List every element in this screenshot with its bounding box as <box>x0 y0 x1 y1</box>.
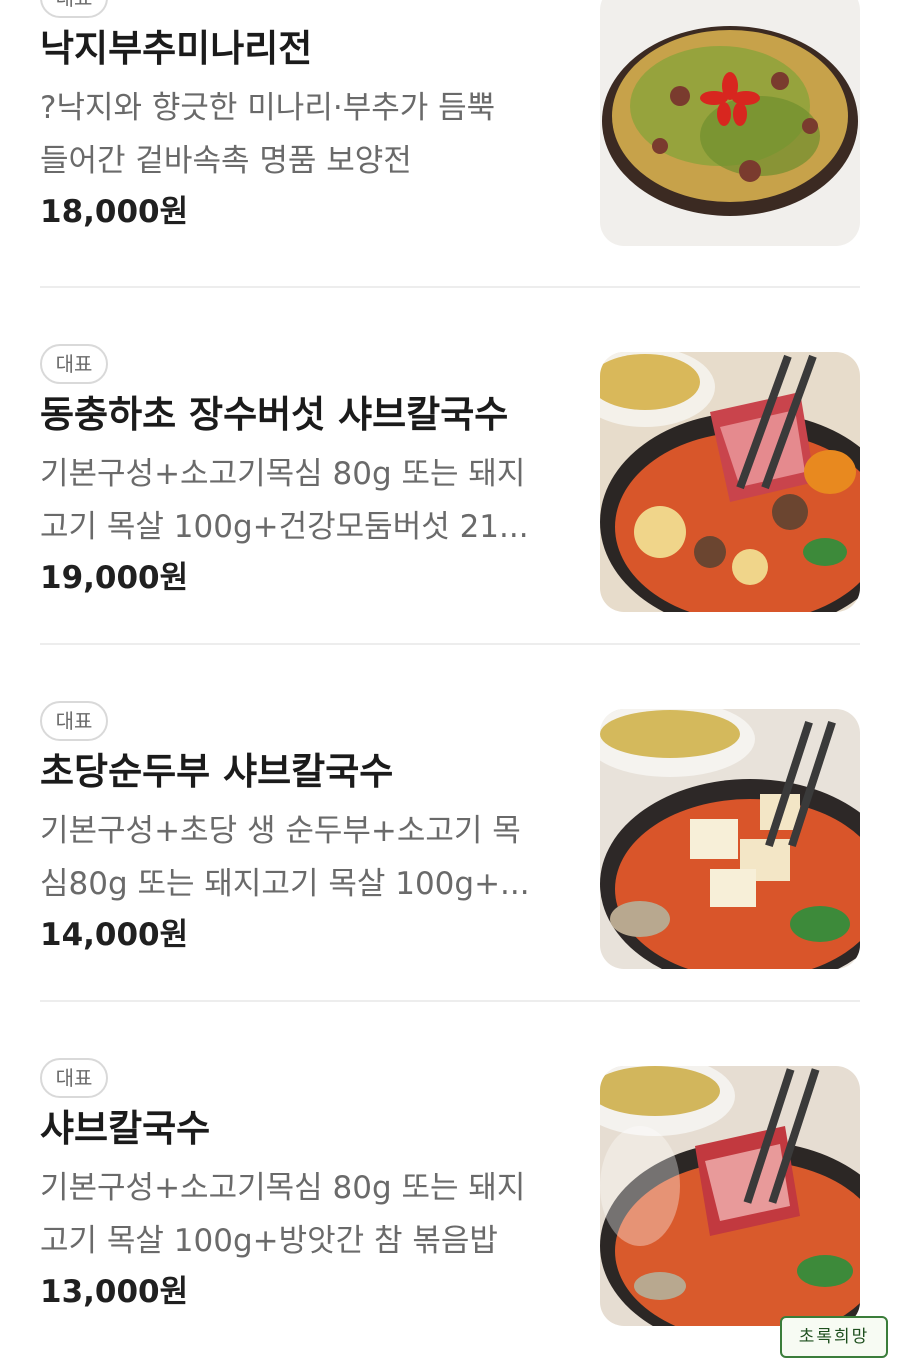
signature-badge: 대표 <box>40 1058 108 1098</box>
shabu-kalguksu-icon <box>600 1066 860 1326</box>
menu-item[interactable]: 대표 초당순두부 샤브칼국수 기본구성+초당 생 순두부+소고기 목 심80g … <box>40 643 860 969</box>
menu-item-price: 18,000원 <box>40 194 189 230</box>
divider <box>40 286 860 288</box>
menu-item-description: 기본구성+초당 생 순두부+소고기 목 심80g 또는 돼지고기 목살 100g… <box>40 805 570 911</box>
menu-item-price: 19,000원 <box>40 560 189 596</box>
menu-item-description-line: 들어간 겉바속촉 명품 보양전 <box>40 143 412 179</box>
menu-item-price: 14,000원 <box>40 917 189 953</box>
divider <box>40 1000 860 1002</box>
menu-item-description-line: 고기 목살 100g+건강모둠버섯 21... <box>40 509 529 545</box>
menu-item-description: ?낙지와 향긋한 미나리·부추가 듬뿍 들어간 겉바속촉 명품 보양전 <box>40 82 570 188</box>
signature-badge: 대표 <box>40 0 108 18</box>
menu-item-description-line: 고기 목살 100g+방앗간 참 볶음밥 <box>40 1223 498 1259</box>
menu-item-description-line: 기본구성+초당 생 순두부+소고기 목 <box>40 813 521 849</box>
menu-item-name: 샤브칼국수 <box>40 1107 211 1150</box>
menu-item-description: 기본구성+소고기목심 80g 또는 돼지 고기 목살 100g+건강모둠버섯 2… <box>40 448 570 554</box>
menu-item[interactable]: 대표 샤브칼국수 기본구성+소고기목심 80g 또는 돼지 고기 목살 100g… <box>40 1000 860 1326</box>
signature-badge: 대표 <box>40 344 108 384</box>
menu-item-description-line: ?낙지와 향긋한 미나리·부추가 듬뿍 <box>40 90 496 126</box>
menu-item-description-line: 심80g 또는 돼지고기 목살 100g+... <box>40 866 530 902</box>
signature-badge: 대표 <box>40 701 108 741</box>
menu-item[interactable]: 대표 낙지부추미나리전 ?낙지와 향긋한 미나리·부추가 듬뿍 들어간 겉바속촉… <box>40 0 860 246</box>
mushroom-shabu-icon <box>600 352 860 612</box>
menu-item-name: 낙지부추미나리전 <box>40 27 313 70</box>
menu-list: 대표 낙지부추미나리전 ?낙지와 향긋한 미나리·부추가 듬뿍 들어간 겉바속촉… <box>0 0 900 1368</box>
divider <box>40 643 860 645</box>
menu-item-name: 동충하초 장수버섯 샤브칼국수 <box>40 393 509 436</box>
menu-item[interactable]: 대표 동충하초 장수버섯 샤브칼국수 기본구성+소고기목심 80g 또는 돼지 … <box>40 286 860 612</box>
menu-item-name: 초당순두부 샤브칼국수 <box>40 750 394 793</box>
menu-item-description-line: 기본구성+소고기목심 80g 또는 돼지 <box>40 456 526 492</box>
menu-item-description-line: 기본구성+소고기목심 80g 또는 돼지 <box>40 1170 526 1206</box>
mushroom-shabu-image[interactable] <box>600 352 860 612</box>
seafood-pancake-icon <box>600 0 860 246</box>
tofu-shabu-image[interactable] <box>600 709 860 969</box>
menu-item-description: 기본구성+소고기목심 80g 또는 돼지 고기 목살 100g+방앗간 참 볶음… <box>40 1162 570 1268</box>
tofu-shabu-icon <box>600 709 860 969</box>
watermark-logo: 초록희망 <box>780 1316 888 1358</box>
seafood-pancake-image[interactable] <box>600 0 860 246</box>
shabu-kalguksu-image[interactable] <box>600 1066 860 1326</box>
menu-item-price: 13,000원 <box>40 1274 189 1310</box>
